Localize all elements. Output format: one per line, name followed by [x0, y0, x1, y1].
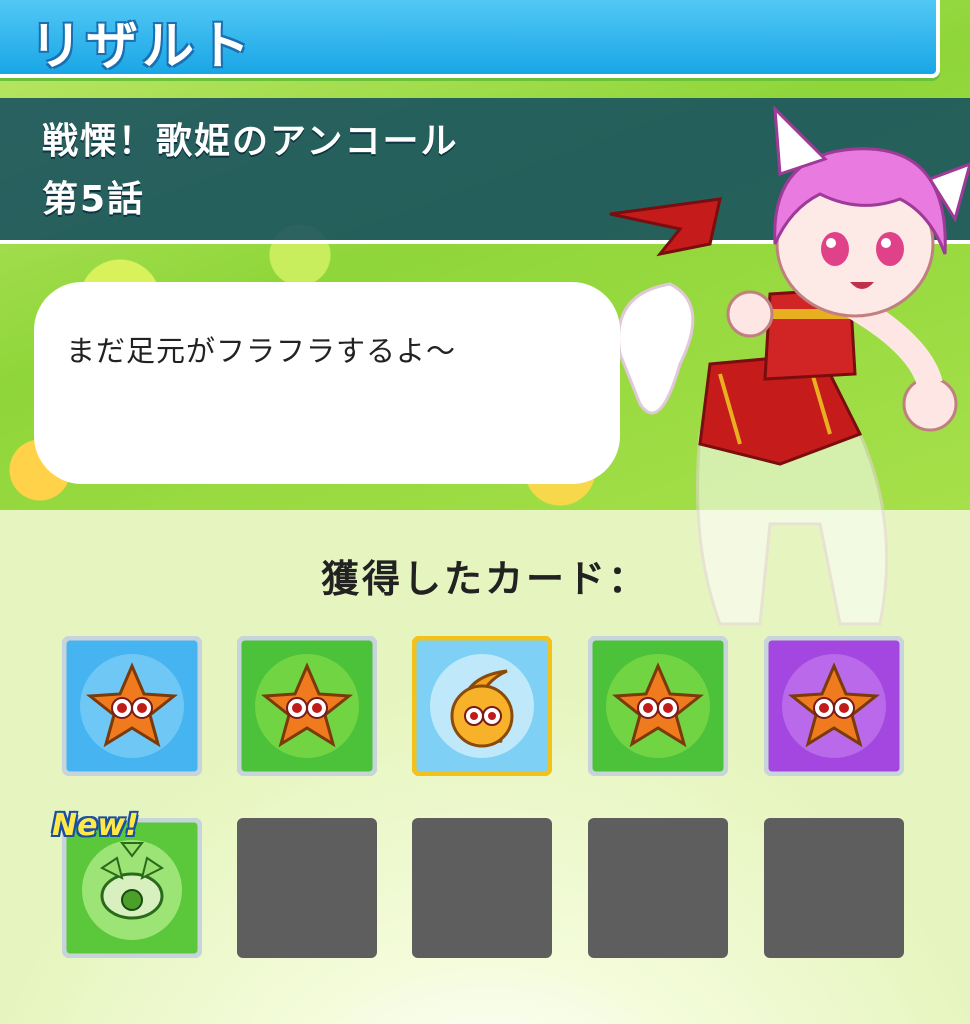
- yellow-moon-puyo-card-icon[interactable]: [412, 636, 552, 776]
- dialogue-text: まだ足元がフラフラするよ〜: [66, 334, 457, 368]
- empty-card-slot: [588, 818, 728, 958]
- page-title: リザルト: [30, 17, 255, 77]
- episode-number: 第5話: [42, 179, 146, 220]
- red-star-puyo-card-icon[interactable]: [237, 636, 377, 776]
- empty-card-slot: [764, 818, 904, 958]
- speech-bubble: まだ足元がフラフラするよ〜: [34, 282, 620, 484]
- obtained-cards-label: 獲得したカード：: [320, 557, 649, 601]
- character-illustration: [609, 105, 970, 626]
- empty-card-slot: [412, 818, 552, 958]
- red-star-puyo-card-icon[interactable]: [588, 636, 728, 776]
- result-header: リザルト: [0, 0, 940, 78]
- empty-card-slot: [237, 818, 377, 958]
- episode-title: 戦慄！歌姫のアンコール: [42, 121, 459, 162]
- red-star-puyo-card-icon[interactable]: [764, 636, 904, 776]
- red-star-puyo-card-icon[interactable]: [62, 636, 202, 776]
- new-badge: New!: [52, 808, 139, 843]
